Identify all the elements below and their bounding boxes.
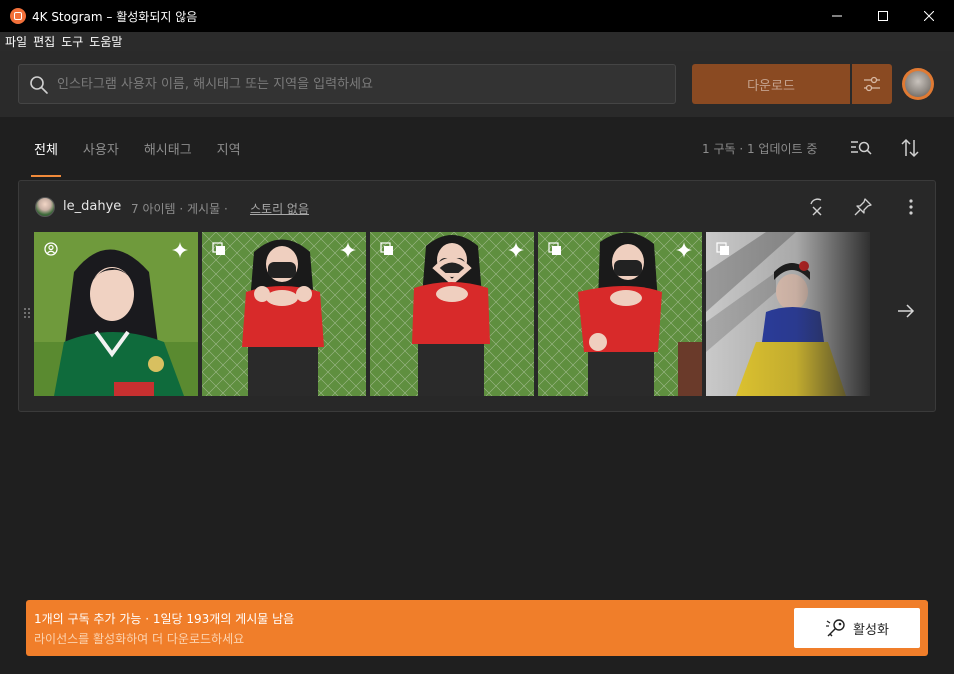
more-vertical-icon bbox=[909, 199, 913, 215]
sparkle-icon bbox=[676, 242, 692, 258]
key-icon bbox=[826, 619, 845, 637]
menu-edit[interactable]: 편집 bbox=[33, 33, 55, 50]
item-count: 7 아이템 · 게시물 · bbox=[131, 202, 228, 216]
search-header: 다운로드 bbox=[0, 51, 954, 117]
profile-photo-icon bbox=[44, 242, 58, 256]
sparkle-icon bbox=[172, 242, 188, 258]
activation-hint-text: 라이선스를 활성화하여 더 다운로드하세요 bbox=[34, 632, 245, 646]
username[interactable]: le_dahye bbox=[63, 199, 121, 214]
download-button[interactable]: 다운로드 bbox=[692, 64, 850, 104]
menu-file[interactable]: 파일 bbox=[5, 33, 27, 50]
close-button[interactable] bbox=[906, 0, 952, 32]
post-thumbnail[interactable] bbox=[370, 232, 534, 396]
tab-users[interactable]: 사용자 bbox=[83, 139, 119, 167]
pin-button[interactable] bbox=[851, 195, 875, 219]
menu-help[interactable]: 도움말 bbox=[89, 33, 122, 50]
window-title: 4K Stogram – 활성화되지 않음 bbox=[32, 10, 198, 24]
user-avatar bbox=[35, 197, 55, 217]
menu-tools[interactable]: 도구 bbox=[61, 33, 83, 50]
sort-icon[interactable] bbox=[901, 138, 919, 158]
avatar-image bbox=[905, 71, 931, 97]
activation-limit-text: 1개의 구독 추가 가능 · 1일당 193개의 게시물 남음 bbox=[34, 612, 295, 626]
arrow-right-icon[interactable] bbox=[897, 303, 915, 319]
activate-button[interactable]: 활성화 bbox=[794, 608, 920, 648]
subscription-status: 1 구독 · 1 업데이트 중 bbox=[702, 142, 818, 156]
account-avatar[interactable] bbox=[902, 68, 934, 100]
sparkle-icon bbox=[340, 242, 356, 258]
search-box[interactable] bbox=[18, 64, 676, 104]
search-icon bbox=[30, 76, 48, 94]
gallery-icon bbox=[548, 242, 561, 255]
drag-handle-icon[interactable] bbox=[23, 307, 31, 319]
minimize-icon bbox=[832, 15, 842, 17]
search-filter-icon[interactable] bbox=[850, 139, 872, 157]
sync-stop-icon bbox=[810, 198, 822, 216]
pin-icon bbox=[854, 198, 872, 216]
tab-all[interactable]: 전체 bbox=[31, 139, 61, 177]
download-settings-button[interactable] bbox=[852, 64, 892, 104]
search-input[interactable] bbox=[57, 65, 667, 103]
maximize-icon bbox=[878, 11, 888, 21]
story-link[interactable]: 스토리 없음 bbox=[250, 200, 309, 217]
filter-tabs: 전체 사용자 해시태그 지역 bbox=[31, 139, 266, 177]
activation-banner: 1개의 구독 추가 가능 · 1일당 193개의 게시물 남음 라이선스를 활성… bbox=[26, 600, 928, 656]
sparkle-icon bbox=[508, 242, 524, 258]
more-options-button[interactable] bbox=[899, 195, 923, 219]
app-logo-icon bbox=[10, 8, 26, 24]
sliders-icon bbox=[864, 76, 880, 92]
gallery-icon bbox=[716, 242, 729, 255]
post-thumbnail[interactable] bbox=[34, 232, 198, 396]
tab-hashtags[interactable]: 해시태그 bbox=[144, 139, 192, 167]
minimize-button[interactable] bbox=[814, 0, 860, 32]
tab-locations[interactable]: 지역 bbox=[217, 139, 241, 167]
gallery-icon bbox=[380, 242, 393, 255]
maximize-button[interactable] bbox=[860, 0, 906, 32]
gallery-icon bbox=[212, 242, 225, 255]
post-thumbnail[interactable] bbox=[538, 232, 702, 396]
post-thumbnail[interactable] bbox=[202, 232, 366, 396]
title-bar: 4K Stogram – 활성화되지 않음 bbox=[0, 0, 954, 32]
thumbnail-image bbox=[706, 232, 870, 396]
thumbnail-strip bbox=[34, 232, 870, 396]
sync-button[interactable] bbox=[805, 195, 829, 219]
subscription-card[interactable]: le_dahye 7 아이템 · 게시물 · 스토리 없음 bbox=[18, 180, 936, 412]
post-thumbnail[interactable] bbox=[706, 232, 870, 396]
close-icon bbox=[924, 11, 934, 21]
activate-label: 활성화 bbox=[853, 622, 889, 638]
menu-bar: 파일 편집 도구 도움말 bbox=[0, 32, 954, 51]
